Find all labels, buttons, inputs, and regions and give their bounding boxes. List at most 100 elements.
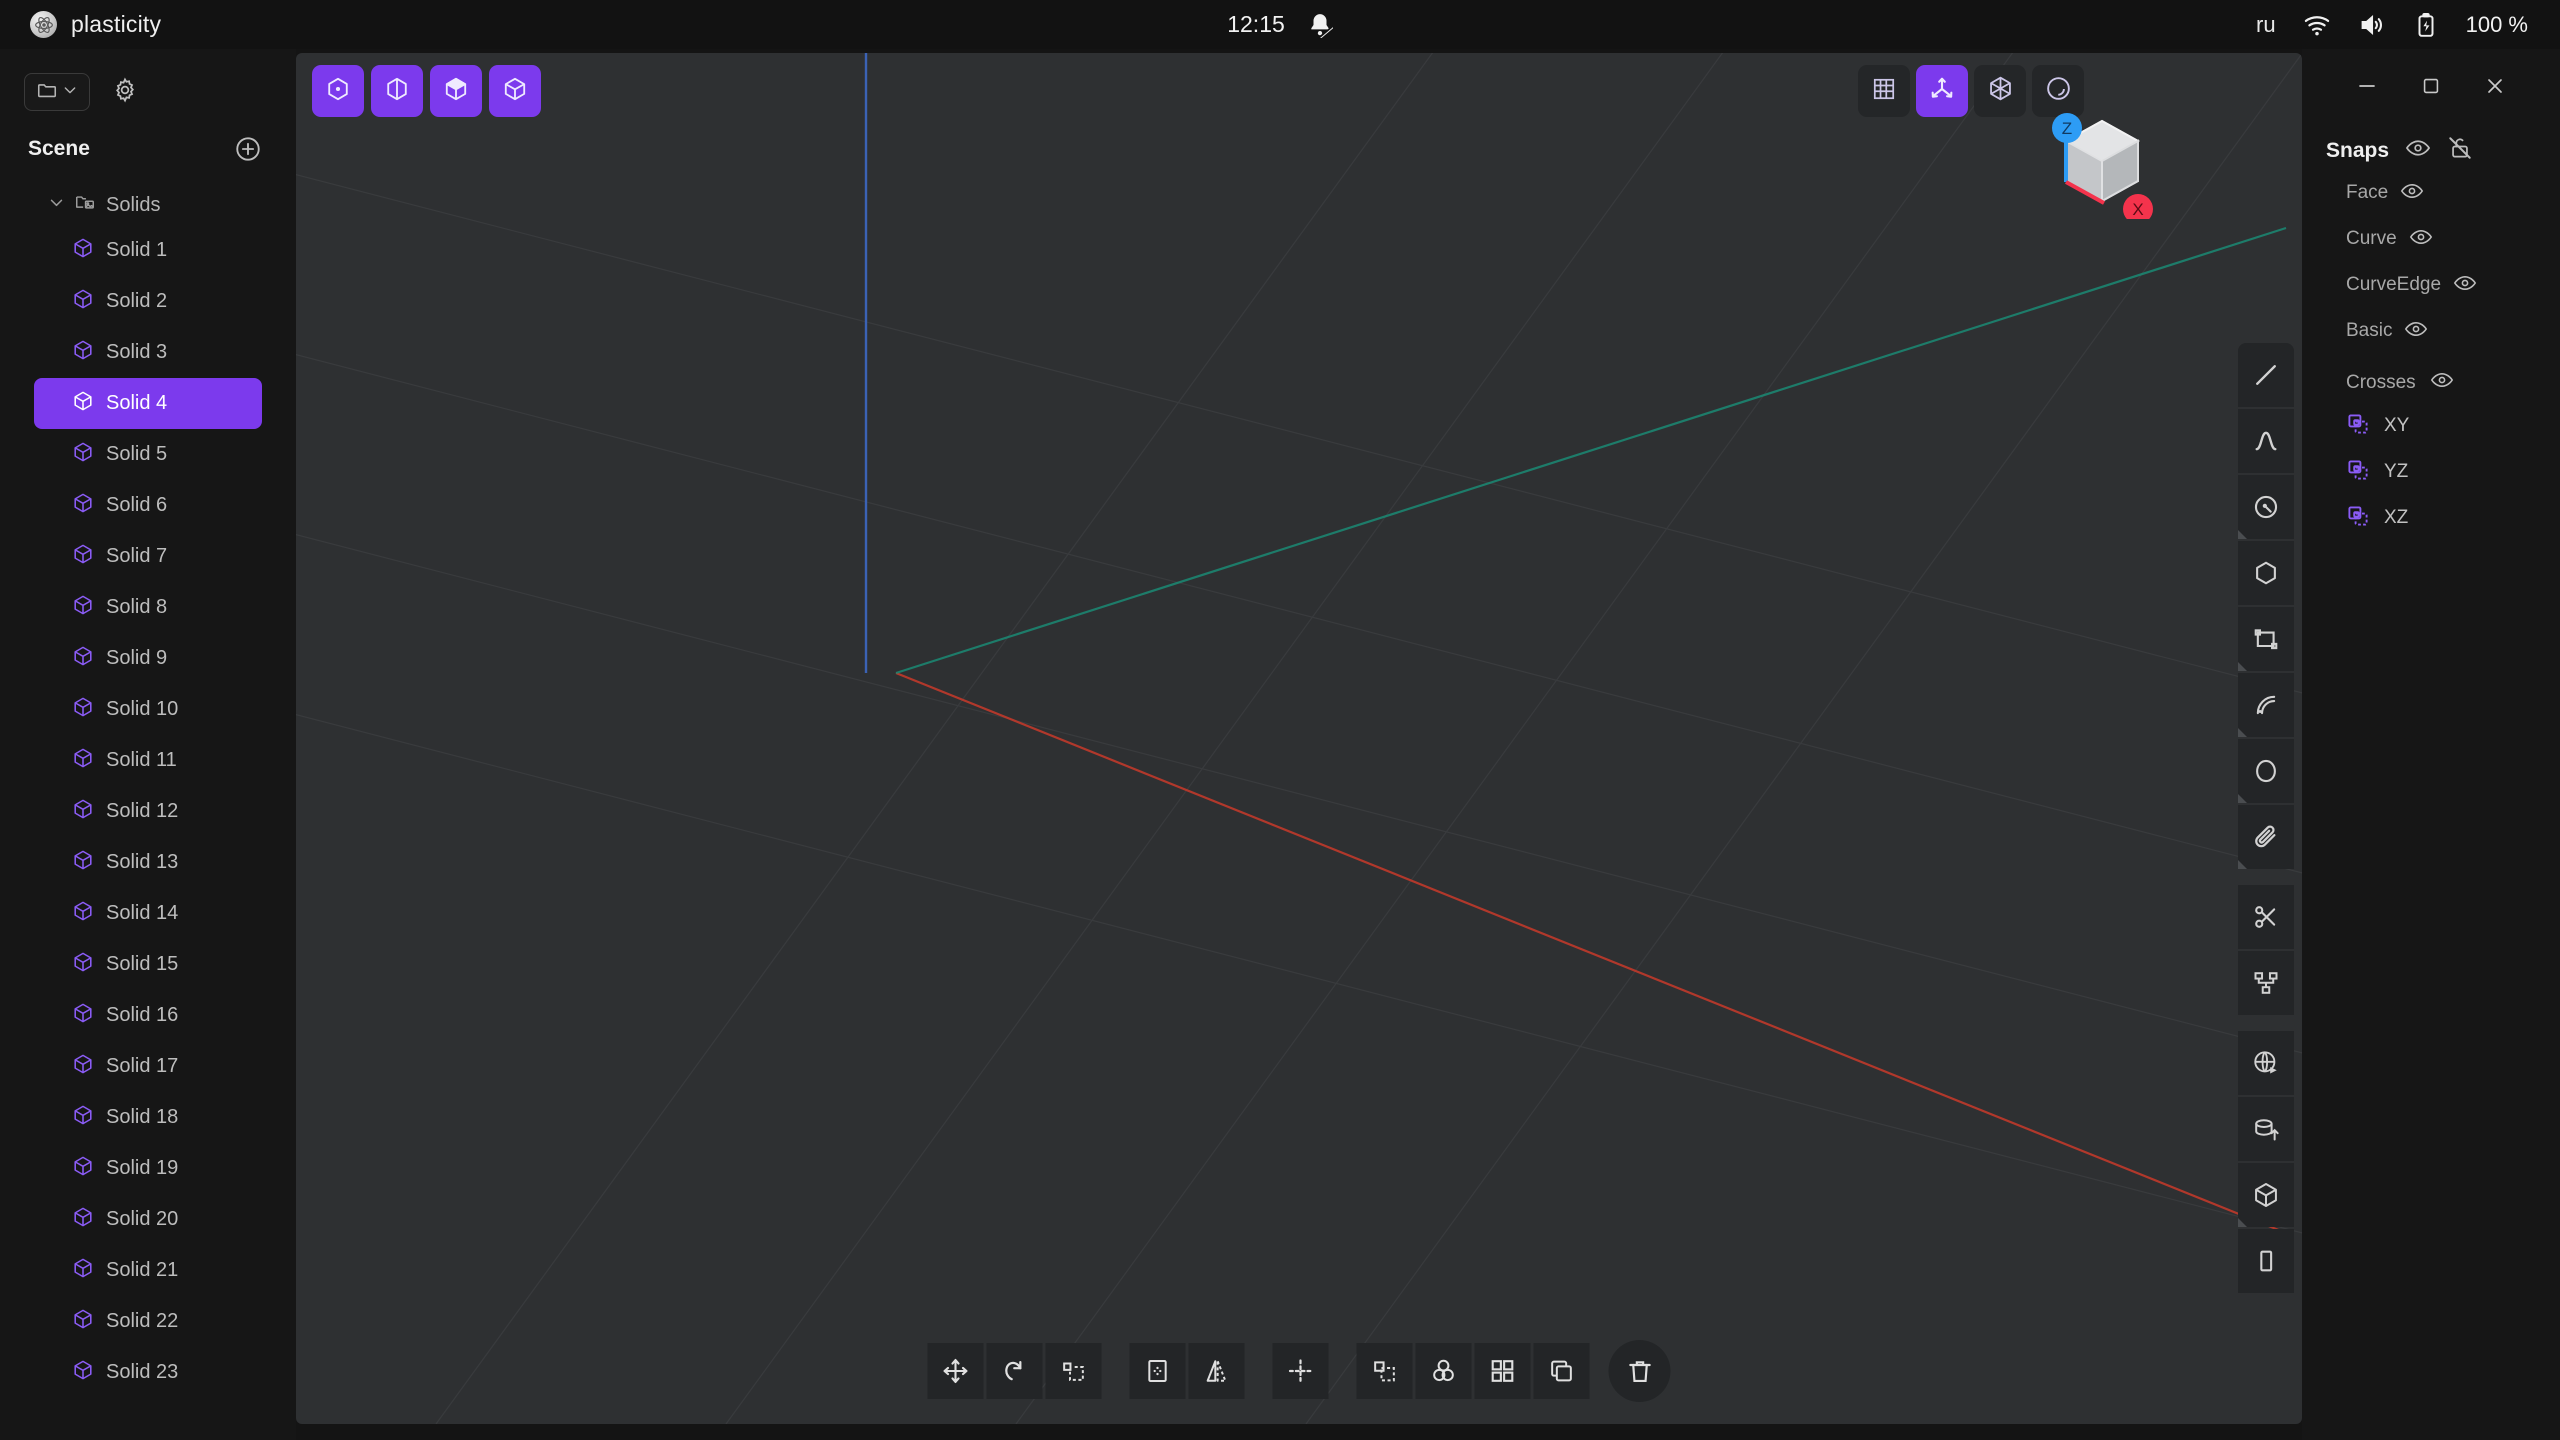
- close-button[interactable]: [2482, 73, 2508, 99]
- tree-item-solid[interactable]: Solid 8: [34, 582, 262, 633]
- minimize-button[interactable]: [2354, 73, 2380, 99]
- duplicate-tool[interactable]: [1356, 1343, 1413, 1399]
- copy-tool[interactable]: [1533, 1343, 1590, 1399]
- trim-tool[interactable]: [2238, 885, 2294, 949]
- eye-icon[interactable]: [2404, 317, 2428, 346]
- grid-toggle[interactable]: [1858, 65, 1910, 117]
- system-clock[interactable]: 12:15: [1227, 11, 1285, 38]
- array-tool[interactable]: [1272, 1343, 1329, 1399]
- snap-item-row[interactable]: Curve: [2302, 220, 2560, 258]
- solid-tool[interactable]: [2238, 1163, 2294, 1227]
- tree-item-solid[interactable]: Solid 9: [34, 633, 262, 684]
- lock-off-icon[interactable]: [2447, 135, 2473, 166]
- tree-item-label: Solid 6: [106, 494, 168, 516]
- snap-item-row[interactable]: Face: [2302, 174, 2560, 212]
- tree-item-solid[interactable]: Solid 3: [34, 327, 262, 378]
- curve-tool[interactable]: [2238, 409, 2294, 473]
- eye-icon[interactable]: [2409, 225, 2433, 254]
- crosses-row[interactable]: Crosses: [2302, 350, 2560, 397]
- tree-item-solid[interactable]: Solid 2: [34, 276, 262, 327]
- tree-item-solid[interactable]: Solid 10: [34, 684, 262, 735]
- tree-item-solid[interactable]: Solid 13: [34, 837, 262, 888]
- grid-array-tool[interactable]: [1474, 1343, 1531, 1399]
- xray-toggle[interactable]: [1974, 65, 2026, 117]
- wifi-icon[interactable]: [2303, 11, 2331, 39]
- axes-gizmo-icon: [1928, 75, 1956, 108]
- snap-item-row[interactable]: Basic: [2302, 312, 2560, 350]
- tree-item-label: Solid 11: [106, 749, 177, 771]
- solid-mode[interactable]: [489, 65, 541, 117]
- tree-group-solids[interactable]: Solids: [0, 185, 296, 225]
- tree-item-solid[interactable]: Solid 4: [34, 378, 262, 429]
- offset-tool[interactable]: [1129, 1343, 1186, 1399]
- 3d-viewport[interactable]: Z X: [296, 53, 2302, 1424]
- snap-item-row[interactable]: CurveEdge: [2302, 266, 2560, 304]
- tree-item-solid[interactable]: Solid 22: [34, 1296, 262, 1347]
- keyboard-layout-indicator[interactable]: ru: [2256, 12, 2276, 38]
- axes-toggle[interactable]: [1916, 65, 1968, 117]
- tree-item-solid[interactable]: Solid 16: [34, 990, 262, 1041]
- system-bar-left: plasticity: [0, 11, 161, 38]
- tree-item-solid[interactable]: Solid 19: [34, 1143, 262, 1194]
- tree-item-solid[interactable]: Solid 5: [34, 429, 262, 480]
- line-tool[interactable]: [2238, 343, 2294, 407]
- settings-button[interactable]: [108, 75, 142, 109]
- tree-item-solid[interactable]: Solid 11: [34, 735, 262, 786]
- cube-icon: [72, 1206, 94, 1234]
- edge-mode[interactable]: [371, 65, 423, 117]
- rotate-tool[interactable]: [986, 1343, 1043, 1399]
- eye-icon[interactable]: [2430, 368, 2454, 397]
- tree-item-solid[interactable]: Solid 6: [34, 480, 262, 531]
- boolean-tool[interactable]: [2238, 951, 2294, 1015]
- chevron-down-icon[interactable]: [48, 194, 64, 216]
- eye-icon[interactable]: [2400, 179, 2424, 208]
- view-cube[interactable]: Z X: [2042, 99, 2162, 224]
- delete-tool[interactable]: [1608, 1340, 1671, 1402]
- tree-item-solid[interactable]: Solid 7: [34, 531, 262, 582]
- ellipse-tool[interactable]: [2238, 739, 2294, 803]
- revolve-tool[interactable]: [2238, 1031, 2294, 1095]
- battery-charging-icon[interactable]: [2413, 12, 2439, 38]
- plane-tool[interactable]: [2238, 1229, 2294, 1293]
- app-title: plasticity: [71, 11, 162, 37]
- tree-item-solid[interactable]: Solid 15: [34, 939, 262, 990]
- polygon-tool[interactable]: [2238, 541, 2294, 605]
- tree-item-label: Solid 9: [106, 647, 168, 669]
- snaps-sidebar: Snaps Face Curve CurveEdge Basic Crosses: [2302, 49, 2560, 1440]
- tree-item-label: Solid 3: [106, 341, 168, 363]
- eye-icon[interactable]: [2405, 135, 2431, 166]
- snap-item-label: Curve: [2346, 228, 2397, 249]
- bell-off-icon[interactable]: [1307, 12, 1333, 38]
- tree-item-solid[interactable]: Solid 21: [34, 1245, 262, 1296]
- rotate-icon: [1005, 1361, 1022, 1381]
- tree-item-solid[interactable]: Solid 12: [34, 786, 262, 837]
- construction-plane-row[interactable]: XY: [2302, 409, 2560, 443]
- tree-item-solid[interactable]: Solid 17: [34, 1041, 262, 1092]
- maximize-button[interactable]: [2418, 73, 2444, 99]
- construction-plane-row[interactable]: YZ: [2302, 455, 2560, 489]
- scale-tool[interactable]: [1045, 1343, 1102, 1399]
- rectangle-tool[interactable]: [2238, 607, 2294, 671]
- transform-toolbar: [927, 1340, 1671, 1402]
- tree-item-solid[interactable]: Solid 23: [34, 1347, 262, 1398]
- fillet-tool[interactable]: [2238, 805, 2294, 869]
- tree-item-solid[interactable]: Solid 1: [34, 225, 262, 276]
- circle-tool[interactable]: [2238, 475, 2294, 539]
- plus-circle-icon[interactable]: [234, 135, 262, 163]
- eye-icon[interactable]: [2453, 271, 2477, 300]
- tree-item-solid[interactable]: Solid 18: [34, 1092, 262, 1143]
- extrude-tool[interactable]: [2238, 1097, 2294, 1161]
- cube-icon: [72, 492, 94, 520]
- volume-icon[interactable]: [2358, 11, 2386, 39]
- union-tool[interactable]: [1415, 1343, 1472, 1399]
- mirror-tool[interactable]: [1188, 1343, 1245, 1399]
- face-mode[interactable]: [430, 65, 482, 117]
- move-tool[interactable]: [927, 1343, 984, 1399]
- tree-item-solid[interactable]: Solid 14: [34, 888, 262, 939]
- arc-tool[interactable]: [2238, 673, 2294, 737]
- construction-plane-row[interactable]: XZ: [2302, 501, 2560, 535]
- control-point-mode[interactable]: [312, 65, 364, 117]
- folder-open-dropdown[interactable]: [24, 73, 90, 111]
- trash-icon: [1628, 1360, 1651, 1382]
- tree-item-solid[interactable]: Solid 20: [34, 1194, 262, 1245]
